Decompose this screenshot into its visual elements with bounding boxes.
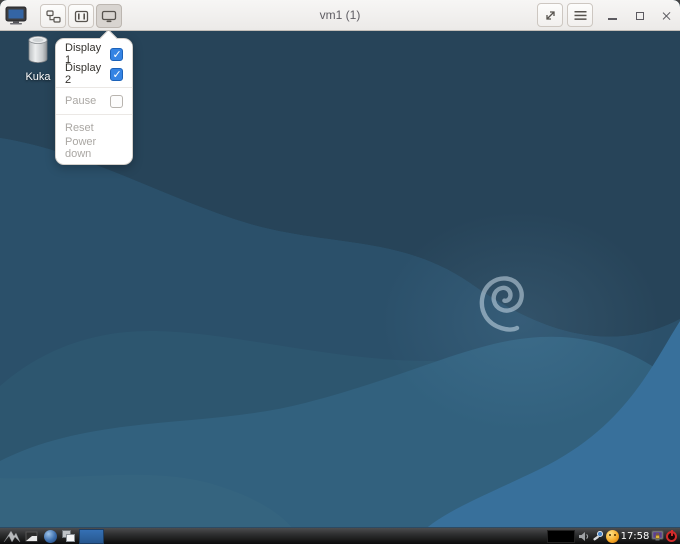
maximize-icon [636,11,644,20]
taskbar-clock[interactable]: 17:58 [620,529,650,544]
tool-icon [593,531,603,541]
keyboard-shortcut-boxes-icon [45,9,61,23]
smiley-icon [605,530,619,543]
window-list-icon [62,530,76,543]
menu-item-display-2[interactable]: Display 2 [56,62,132,86]
menu-item-reset: Reset [56,118,132,138]
power-button[interactable] [664,529,678,544]
display-2-checkbox[interactable] [110,67,123,81]
menu-item-pause: Pause [56,91,132,111]
lock-screen-button[interactable] [650,529,664,544]
virt-viewer-window: vm1 (1) Kuka Display 1 ✓ Display 2 ✓ Pau… [0,0,680,544]
power-icon [665,530,677,542]
monitor-film-icon [74,10,88,22]
window-list-button[interactable] [61,529,77,544]
close-button[interactable] [656,4,678,27]
minimize-icon [607,18,617,20]
icewm-menu-icon [3,530,20,543]
close-icon [662,11,672,21]
menu-separator [56,87,132,88]
pause-checkbox [110,94,123,108]
menu-item-power-down: Power down [56,136,132,160]
smiley-tray-applet[interactable] [605,529,619,544]
lock-screen-icon [651,530,663,541]
headerbar: vm1 (1) [0,0,680,31]
send-key-button[interactable] [40,4,66,28]
displays-menu-button[interactable] [96,4,122,28]
app-monitor-icon [5,6,27,25]
menu-separator [56,114,132,115]
hamburger-icon [574,10,586,20]
vm-taskbar: 17:58 [0,527,680,544]
app-menu-button[interactable] [567,3,593,27]
debian-swirl-logo [479,276,524,332]
drive-cylinder-icon [28,36,48,63]
display-1-checkbox[interactable] [110,47,123,61]
usb-redirect-button[interactable] [68,4,94,28]
fullscreen-button[interactable] [537,3,563,27]
cpu-monitor-applet[interactable] [547,530,575,543]
volume-icon [579,532,589,541]
show-desktop-button[interactable] [24,529,39,544]
diagonal-expand-arrows-icon [545,10,555,20]
tool-tray-applet[interactable] [591,529,604,544]
maximize-button[interactable] [629,4,651,27]
displays-popover: Display 1 Display 2 Pause Reset Power do… [55,31,133,165]
volume-applet[interactable] [577,529,591,544]
icewm-menu-button[interactable] [2,529,21,544]
menu-item-display-1[interactable]: Display 1 [56,42,132,66]
browser-launcher[interactable] [43,529,58,544]
web-browser-globe-icon [44,530,57,543]
display-icon [101,10,117,22]
show-desktop-icon [25,531,38,542]
vm-display[interactable]: Kuka Display 1 Display 2 Pause Reset [0,31,680,544]
active-task-button[interactable] [79,529,104,544]
minimize-button[interactable] [601,4,623,27]
